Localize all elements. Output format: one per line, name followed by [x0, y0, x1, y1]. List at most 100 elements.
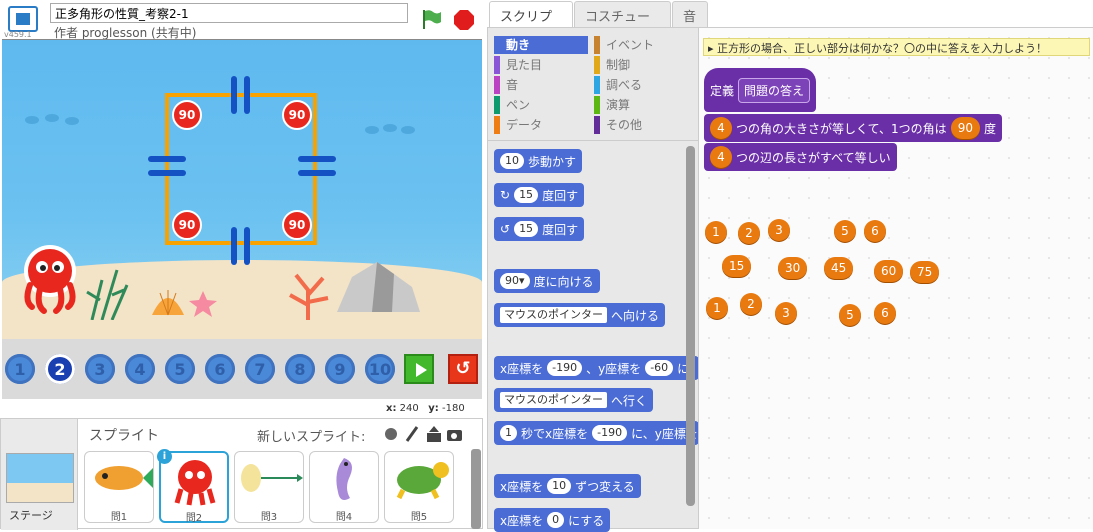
direction-dropdown[interactable]: 90▾: [500, 273, 530, 289]
answer-block-angle[interactable]: 4 つの角の大きさが等しくて、1つの角は 90 度: [704, 114, 1002, 142]
answer-chip[interactable]: 30: [778, 257, 808, 279]
tab-scripts[interactable]: スクリプト: [489, 1, 573, 44]
sprite-icon: [241, 464, 303, 492]
question-2-button[interactable]: 2: [45, 354, 75, 384]
stage-thumbnail[interactable]: [6, 453, 74, 503]
category-right-4[interactable]: その他: [594, 116, 688, 134]
category-right-1[interactable]: 制御: [594, 56, 688, 74]
green-flag-icon[interactable]: [420, 8, 442, 30]
new-sprite-tools: [385, 426, 462, 442]
move-block[interactable]: 10 歩動かす: [494, 149, 583, 173]
turn-left-block[interactable]: ↺ 15 度回す: [494, 217, 585, 241]
category-left-4[interactable]: データ: [494, 116, 588, 134]
category-right-0[interactable]: イベント: [594, 36, 688, 54]
sprite-thumbnail[interactable]: 問1: [84, 451, 154, 523]
category-right-3[interactable]: 演算: [594, 96, 688, 114]
answer-chip[interactable]: 6: [874, 302, 896, 324]
secs-value[interactable]: 1: [500, 425, 517, 441]
stage[interactable]: 90 90 90 90: [2, 39, 482, 339]
play-button[interactable]: [404, 354, 434, 384]
sprite-thumbnail[interactable]: 問3: [234, 451, 304, 523]
block-label: へ行く: [611, 393, 648, 408]
answer-chip[interactable]: 6: [864, 220, 886, 242]
octopus-sprite-icon[interactable]: [22, 245, 78, 315]
stop-icon[interactable]: [453, 9, 475, 31]
x-value[interactable]: 0: [547, 512, 565, 528]
turn-right-block[interactable]: ↻ 15 度回す: [494, 183, 585, 207]
answer-chip[interactable]: 3: [768, 219, 790, 241]
angle-label: 90: [282, 210, 312, 240]
project-title-input[interactable]: [50, 3, 408, 23]
target-dropdown[interactable]: マウスのポインター: [500, 392, 607, 408]
block-label: にする: [568, 513, 605, 528]
answer-chip[interactable]: 2: [738, 222, 760, 244]
upload-icon[interactable]: [427, 426, 441, 442]
point-towards-block[interactable]: マウスのポインター へ向ける: [494, 303, 666, 327]
y-value[interactable]: -60: [645, 360, 674, 376]
question-1-button[interactable]: 1: [5, 354, 35, 384]
question-9-button[interactable]: 9: [325, 354, 355, 384]
question-6-button[interactable]: 6: [205, 354, 235, 384]
x-value[interactable]: -190: [547, 360, 583, 376]
tab-sounds[interactable]: 音: [672, 1, 708, 27]
sprite-name: 問1: [110, 512, 128, 523]
fish-shadow-icon: [365, 124, 415, 134]
answer-chip[interactable]: 5: [834, 220, 856, 242]
palette-scrollbar[interactable]: [686, 146, 695, 506]
answer-chip[interactable]: 15: [722, 255, 752, 277]
x-value[interactable]: -190: [592, 425, 628, 441]
answer-chip[interactable]: 5: [839, 304, 861, 326]
category-right-2[interactable]: 調べる: [594, 76, 688, 94]
set-x-block[interactable]: x座標を 0 にする: [494, 508, 611, 532]
angle-label: 90: [172, 210, 202, 240]
turn-value[interactable]: 15: [514, 221, 539, 237]
answer-chip[interactable]: 2: [740, 293, 762, 315]
sprite-scrollbar[interactable]: [471, 449, 481, 529]
answer-block-side[interactable]: 4 つの辺の長さがすべて等しい: [704, 143, 897, 171]
x-value[interactable]: 10: [547, 478, 572, 494]
category-left-2[interactable]: 音: [494, 76, 588, 94]
x-label: x:: [386, 403, 397, 414]
move-value[interactable]: 10: [500, 153, 524, 169]
answer-chip[interactable]: 3: [775, 302, 797, 324]
goto-block[interactable]: マウスのポインター へ行く: [494, 388, 654, 412]
category-left-0[interactable]: 動き: [494, 36, 588, 54]
change-x-block[interactable]: x座標を 10 ずつ変える: [494, 474, 641, 498]
sprite-thumbnail[interactable]: 問4: [309, 451, 379, 523]
category-left-3[interactable]: ペン: [494, 96, 588, 114]
target-dropdown[interactable]: マウスのポインター: [500, 307, 607, 323]
define-block[interactable]: 定義 問題の答え: [704, 68, 817, 112]
question-4-button[interactable]: 4: [125, 354, 155, 384]
turn-right-icon: ↻: [500, 188, 511, 202]
camera-icon[interactable]: [447, 430, 462, 441]
question-10-button[interactable]: 10: [365, 354, 395, 384]
turn-value[interactable]: 15: [514, 187, 539, 203]
sprite-library-icon[interactable]: [385, 428, 397, 440]
answer-slot[interactable]: 4: [710, 146, 732, 168]
sprite-thumbnail[interactable]: 問5: [384, 451, 454, 523]
answer-chip[interactable]: 45: [824, 257, 854, 279]
answer-slot[interactable]: 4: [710, 117, 732, 139]
answer-chip[interactable]: 60: [874, 260, 904, 282]
info-icon[interactable]: i: [157, 449, 172, 464]
category-left-1[interactable]: 見た目: [494, 56, 588, 74]
comment-note[interactable]: ▸ 正方形の場合、正しい部分は何かな？〇の中に答えを入力しよう！: [703, 38, 1090, 56]
question-5-button[interactable]: 5: [165, 354, 195, 384]
answer-chip[interactable]: 1: [705, 221, 727, 243]
answer-chip[interactable]: 1: [706, 297, 728, 319]
answer-chip[interactable]: 75: [910, 261, 940, 283]
point-direction-block[interactable]: 90▾ 度に向ける: [494, 269, 600, 293]
reset-button[interactable]: ↺: [448, 354, 478, 384]
starfish-icon: [189, 291, 217, 317]
paint-icon[interactable]: [405, 426, 419, 442]
comment-text: 正方形の場合、正しい部分は何かな？〇の中に答えを入力しよう！: [717, 42, 1048, 55]
question-8-button[interactable]: 8: [285, 354, 315, 384]
question-7-button[interactable]: 7: [245, 354, 275, 384]
glide-block[interactable]: 1 秒でx座標を -190 に、y座標を: [494, 421, 699, 445]
answer-slot[interactable]: 90: [950, 117, 980, 139]
question-3-button[interactable]: 3: [85, 354, 115, 384]
fullscreen-button[interactable]: [8, 6, 38, 32]
stage-column[interactable]: ステージ: [1, 419, 78, 530]
tab-costumes[interactable]: コスチューム: [574, 1, 671, 44]
goto-xy-block[interactable]: x座標を -190 、y座標を -60 に: [494, 356, 699, 380]
